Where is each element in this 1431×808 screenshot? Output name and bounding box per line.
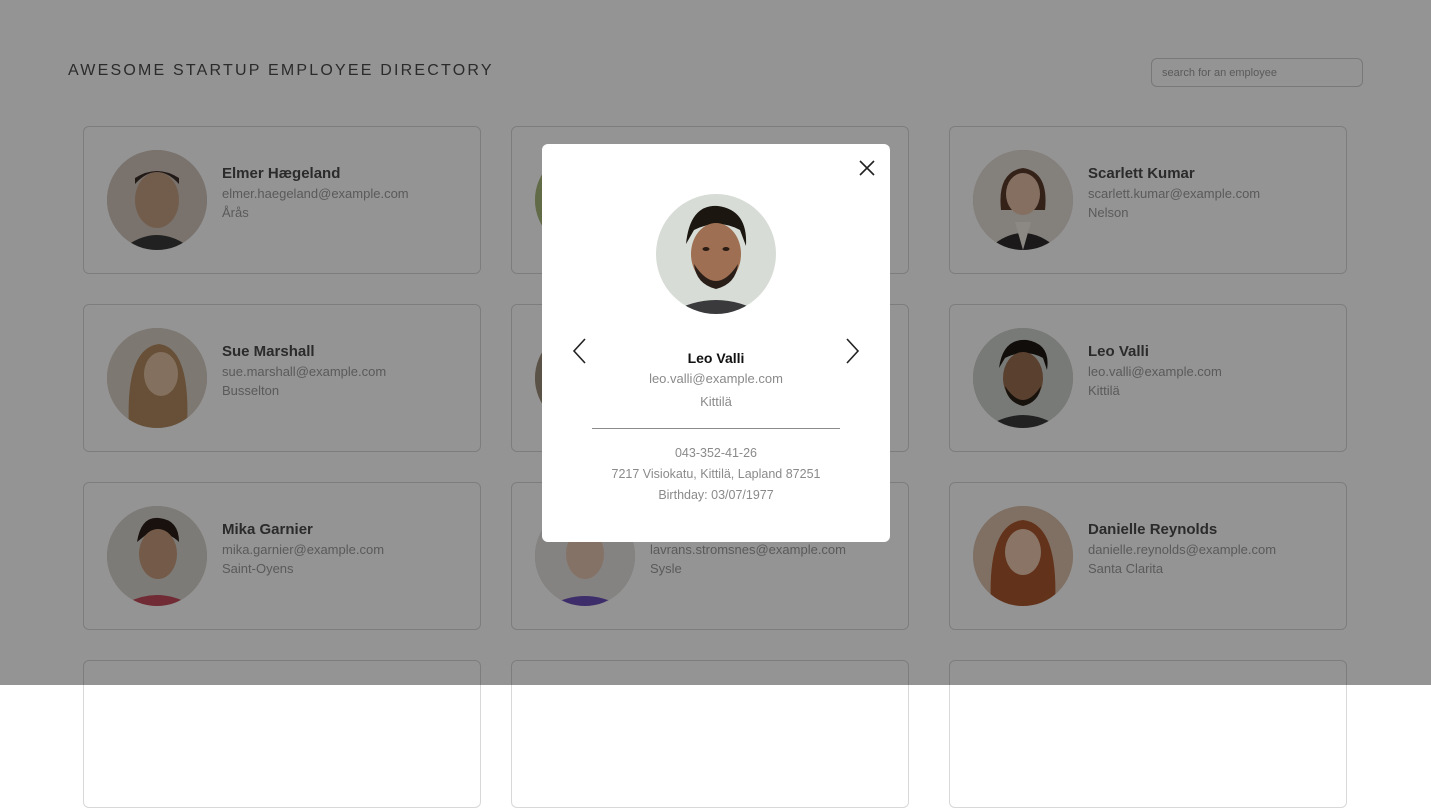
modal-email: leo.valli@example.com: [649, 371, 783, 386]
modal-divider: [592, 428, 840, 429]
modal-city: Kittilä: [700, 394, 732, 409]
employee-modal: Leo Valli leo.valli@example.com Kittilä …: [542, 144, 890, 542]
modal-phone: 043-352-41-26: [674, 446, 757, 460]
modal-birthday: Birthday: 03/07/1977: [658, 488, 774, 502]
modal-address: 7217 Visiokatu, Kittilä, Lapland 87251: [611, 467, 821, 481]
modal-avatar: [656, 194, 776, 314]
modal-name: Leo Valli: [687, 350, 745, 366]
close-icon[interactable]: [854, 155, 880, 181]
